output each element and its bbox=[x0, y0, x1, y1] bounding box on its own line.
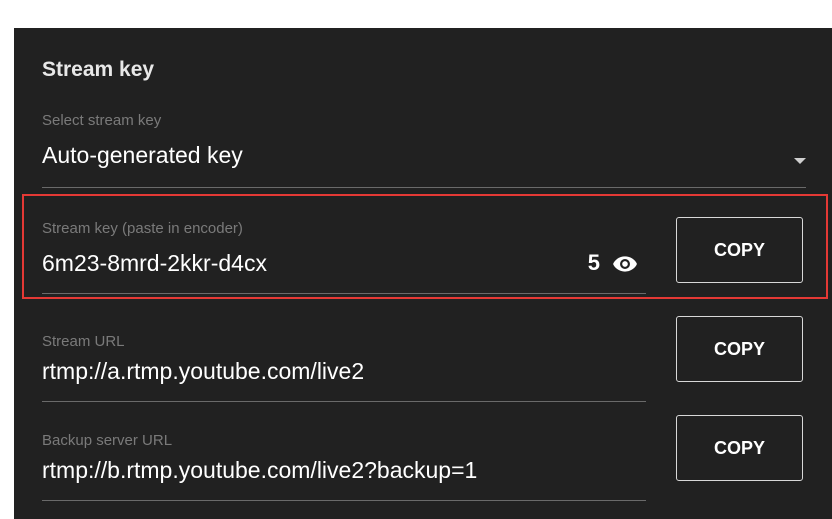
screenshot-stage: Stream key Select stream key Auto-genera… bbox=[0, 0, 832, 519]
top-strip bbox=[0, 0, 832, 30]
stream-key-panel: Stream key Select stream key Auto-genera… bbox=[14, 28, 832, 519]
backup-url-field[interactable]: Backup server URL rtmp://b.rtmp.youtube.… bbox=[42, 432, 646, 502]
stream-key-underline bbox=[42, 293, 646, 294]
copy-stream-key-button[interactable]: COPY bbox=[676, 217, 803, 283]
eye-icon[interactable] bbox=[612, 251, 638, 277]
backup-url-label: Backup server URL bbox=[42, 432, 173, 449]
stream-url-field[interactable]: Stream URL rtmp://a.rtmp.youtube.com/liv… bbox=[42, 333, 646, 403]
select-stream-key-label: Select stream key bbox=[42, 112, 162, 129]
backup-url-value[interactable]: rtmp://b.rtmp.youtube.com/live2?backup=1 bbox=[42, 457, 477, 484]
dropdown-arrow-icon[interactable] bbox=[794, 158, 806, 164]
stream-url-value[interactable]: rtmp://a.rtmp.youtube.com/live2 bbox=[42, 358, 364, 385]
stream-url-underline bbox=[42, 401, 646, 402]
backup-url-underline bbox=[42, 500, 646, 501]
select-underline bbox=[42, 187, 806, 188]
stream-key-count: 5 bbox=[587, 250, 600, 275]
select-stream-key-value: Auto-generated key bbox=[42, 142, 243, 168]
copy-stream-url-button[interactable]: COPY bbox=[676, 316, 803, 382]
copy-backup-url-button[interactable]: COPY bbox=[676, 415, 803, 481]
stream-url-label: Stream URL bbox=[42, 333, 125, 350]
select-stream-key-dropdown[interactable]: Select stream key Auto-generated key bbox=[42, 112, 806, 192]
stream-key-label: Stream key (paste in encoder) bbox=[42, 220, 243, 237]
section-title: Stream key bbox=[42, 58, 155, 81]
stream-key-value[interactable]: 6m23-8mrd-2kkr-d4cx bbox=[42, 250, 267, 277]
stream-key-field[interactable]: Stream key (paste in encoder) 6m23-8mrd-… bbox=[42, 220, 646, 302]
